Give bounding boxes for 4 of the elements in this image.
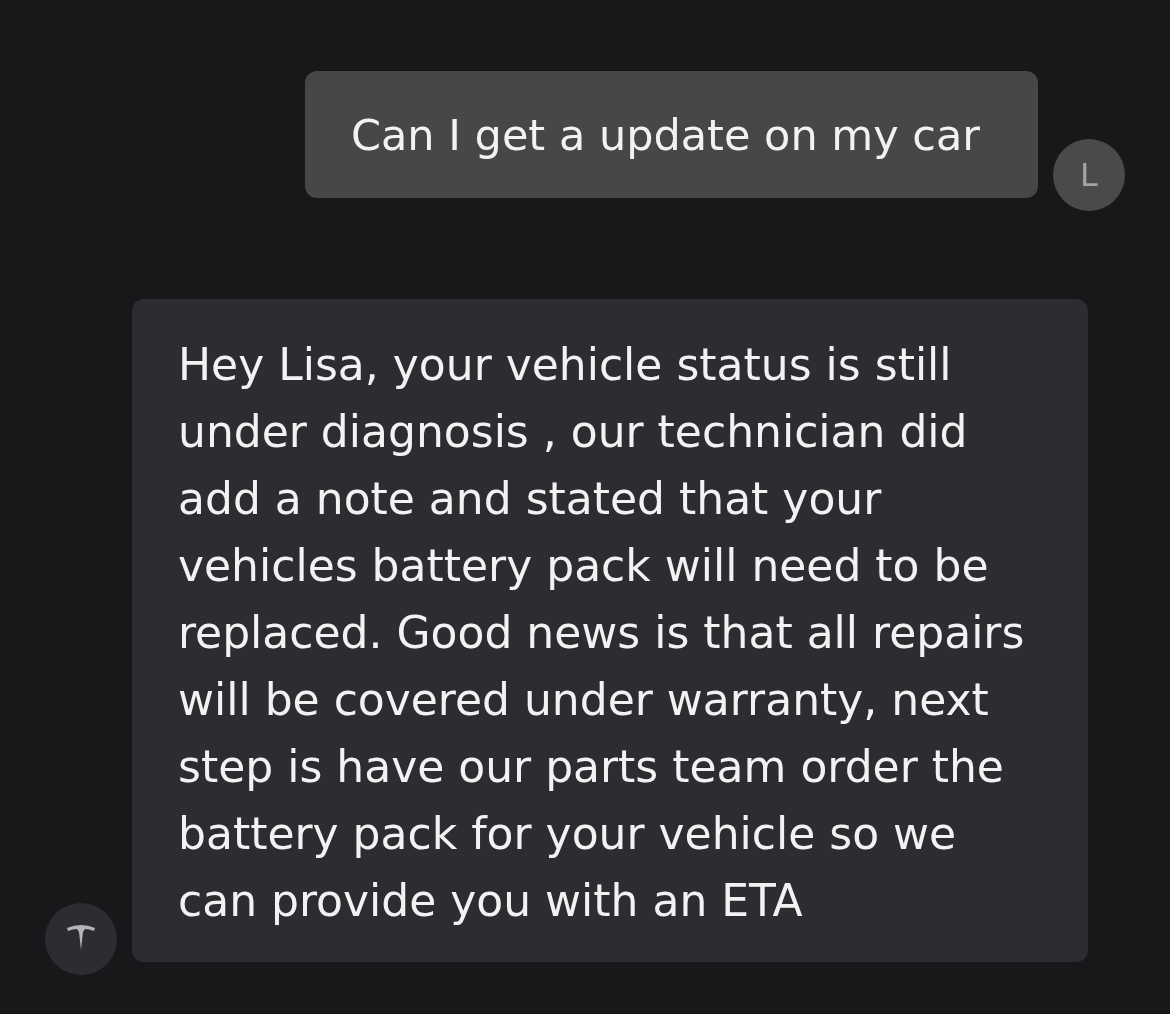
outgoing-message: Can I get a update on my car: [304, 71, 1038, 198]
logo-icon: [45, 903, 117, 975]
user-avatar: L: [1053, 139, 1125, 211]
incoming-message: Hey Lisa, your vehicle status is still under diagnosis , our technician did add a note and stated that your vehicles battery pack will need to be replaced. Good news is that all repairs will be covered under warranty, next step is have our parts team order the battery pack for your vehicle so we can provide you with an ETA: [132, 299, 1088, 962]
